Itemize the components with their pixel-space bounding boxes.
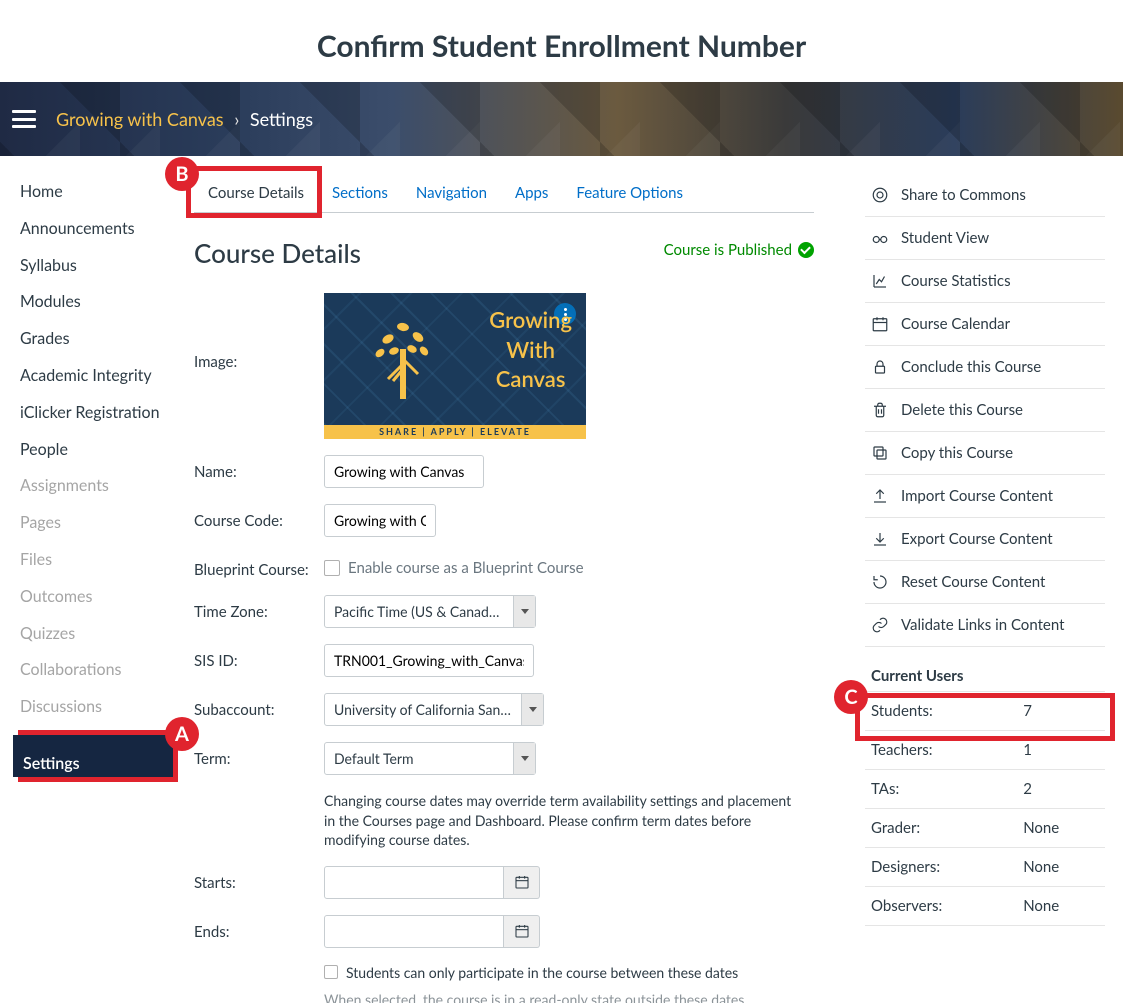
label-starts: Starts:	[194, 866, 324, 892]
stats-icon	[871, 272, 889, 290]
label-timezone: Time Zone:	[194, 595, 324, 621]
sisid-input[interactable]	[324, 644, 534, 677]
action-validate-links[interactable]: Validate Links in Content	[865, 604, 1105, 647]
commons-icon	[871, 186, 889, 204]
lock-icon	[871, 358, 889, 376]
chevron-down-icon	[513, 743, 535, 774]
course-image[interactable]: Growing With Canvas SHARE | APPLY | ELEV…	[324, 293, 586, 439]
chevron-down-icon	[513, 596, 535, 627]
row-observers: Observers:None	[865, 887, 1105, 926]
action-course-calendar[interactable]: Course Calendar	[865, 303, 1105, 346]
action-share-commons[interactable]: Share to Commons	[865, 174, 1105, 217]
callout-a-frame: A Settings	[18, 730, 178, 782]
label-sisid: SIS ID:	[194, 644, 324, 670]
subaccount-select[interactable]: University of California San D	[324, 693, 544, 726]
sidebar-item-people[interactable]: People	[18, 432, 178, 469]
published-status: Course is Published	[664, 241, 814, 259]
callout-badge-b: B	[165, 157, 199, 191]
readonly-note: When selected, the course is in a read-o…	[324, 991, 814, 1003]
action-copy-course[interactable]: Copy this Course	[865, 432, 1105, 475]
sidebar-item-home[interactable]: Home	[18, 174, 178, 211]
tab-feature-options[interactable]: Feature Options	[562, 174, 697, 212]
action-reset-content[interactable]: Reset Course Content	[865, 561, 1105, 604]
action-student-view[interactable]: Student View	[865, 217, 1105, 260]
callout-badge-c: C	[834, 680, 868, 714]
page-title: Confirm Student Enrollment Number	[0, 0, 1123, 82]
course-banner: Growing with Canvas › Settings	[0, 82, 1123, 156]
action-delete-course[interactable]: Delete this Course	[865, 389, 1105, 432]
tab-apps[interactable]: Apps	[501, 174, 562, 212]
sidebar-item-discussions[interactable]: Discussions	[18, 689, 178, 726]
course-code-input[interactable]	[324, 504, 436, 537]
ends-input[interactable]	[324, 915, 504, 948]
action-course-statistics[interactable]: Course Statistics	[865, 260, 1105, 303]
sidebar-item-syllabus[interactable]: Syllabus	[18, 248, 178, 285]
download-icon	[871, 530, 889, 548]
sidebar-item-settings[interactable]: Settings	[13, 735, 173, 777]
row-designers: Designers:None	[865, 848, 1105, 887]
callout-c-frame: C	[855, 693, 1115, 741]
action-export-content[interactable]: Export Course Content	[865, 518, 1105, 561]
tree-icon	[368, 309, 438, 399]
copy-icon	[871, 444, 889, 462]
term-select[interactable]: Default Term	[324, 742, 536, 775]
trash-icon	[871, 401, 889, 419]
restrict-dates-checkbox[interactable]	[324, 965, 338, 979]
calendar-icon[interactable]	[504, 866, 540, 899]
row-tas: TAs:2	[865, 770, 1105, 809]
timezone-select[interactable]: Pacific Time (US & Canada) (-0	[324, 595, 536, 628]
tab-navigation[interactable]: Navigation	[402, 174, 501, 212]
breadcrumb-course[interactable]: Growing with Canvas	[56, 108, 224, 130]
label-blueprint: Blueprint Course:	[194, 553, 324, 579]
action-import-content[interactable]: Import Course Content	[865, 475, 1105, 518]
blueprint-checkbox[interactable]	[324, 560, 340, 576]
chevron-right-icon: ›	[228, 108, 245, 130]
calendar-icon	[871, 315, 889, 333]
link-icon	[871, 616, 889, 634]
tab-sections[interactable]: Sections	[318, 174, 402, 212]
row-grader: Grader:None	[865, 809, 1105, 848]
breadcrumb: Growing with Canvas › Settings	[56, 108, 313, 130]
check-circle-icon	[798, 242, 814, 258]
label-term: Term:	[194, 742, 324, 768]
current-users-title: Current Users	[871, 667, 1105, 685]
sidebar-item-collaborations[interactable]: Collaborations	[18, 652, 178, 689]
restrict-dates-label: Students can only participate in the cou…	[346, 964, 738, 981]
glasses-icon	[871, 229, 889, 247]
sidebar-item-academic-integrity[interactable]: Academic Integrity	[18, 358, 178, 395]
course-nav: Home Announcements Syllabus Modules Grad…	[0, 174, 178, 1003]
right-rail: Share to Commons Student View Course Sta…	[865, 174, 1123, 1003]
course-image-tagline: SHARE | APPLY | ELEVATE	[324, 426, 586, 437]
label-ends: Ends:	[194, 915, 324, 941]
sidebar-item-quizzes[interactable]: Quizzes	[18, 616, 178, 653]
starts-input[interactable]	[324, 866, 504, 899]
label-name: Name:	[194, 455, 324, 481]
course-name-input[interactable]	[324, 455, 484, 488]
sidebar-item-files[interactable]: Files	[18, 542, 178, 579]
label-code: Course Code:	[194, 504, 324, 530]
upload-icon	[871, 487, 889, 505]
hamburger-icon[interactable]	[12, 110, 36, 128]
term-note: Changing course dates may override term …	[324, 791, 794, 850]
action-conclude-course[interactable]: Conclude this Course	[865, 346, 1105, 389]
course-image-title: Growing With Canvas	[489, 305, 572, 394]
sidebar-item-assignments[interactable]: Assignments	[18, 468, 178, 505]
settings-main: B Course Details Sections Navigation App…	[194, 174, 849, 1003]
callout-badge-a: A	[165, 717, 199, 751]
sidebar-item-iclicker[interactable]: iClicker Registration	[18, 395, 178, 432]
reset-icon	[871, 573, 889, 591]
breadcrumb-page: Settings	[250, 108, 313, 130]
blueprint-checkbox-label: Enable course as a Blueprint Course	[348, 559, 584, 577]
calendar-icon[interactable]	[504, 915, 540, 948]
label-subaccount: Subaccount:	[194, 693, 324, 719]
sidebar-item-modules[interactable]: Modules	[18, 284, 178, 321]
sidebar-item-pages[interactable]: Pages	[18, 505, 178, 542]
sidebar-item-grades[interactable]: Grades	[18, 321, 178, 358]
callout-b-frame: B	[186, 166, 322, 218]
sidebar-item-outcomes[interactable]: Outcomes	[18, 579, 178, 616]
sidebar-item-announcements[interactable]: Announcements	[18, 211, 178, 248]
label-image: Image:	[194, 293, 324, 371]
chevron-down-icon	[521, 694, 543, 725]
